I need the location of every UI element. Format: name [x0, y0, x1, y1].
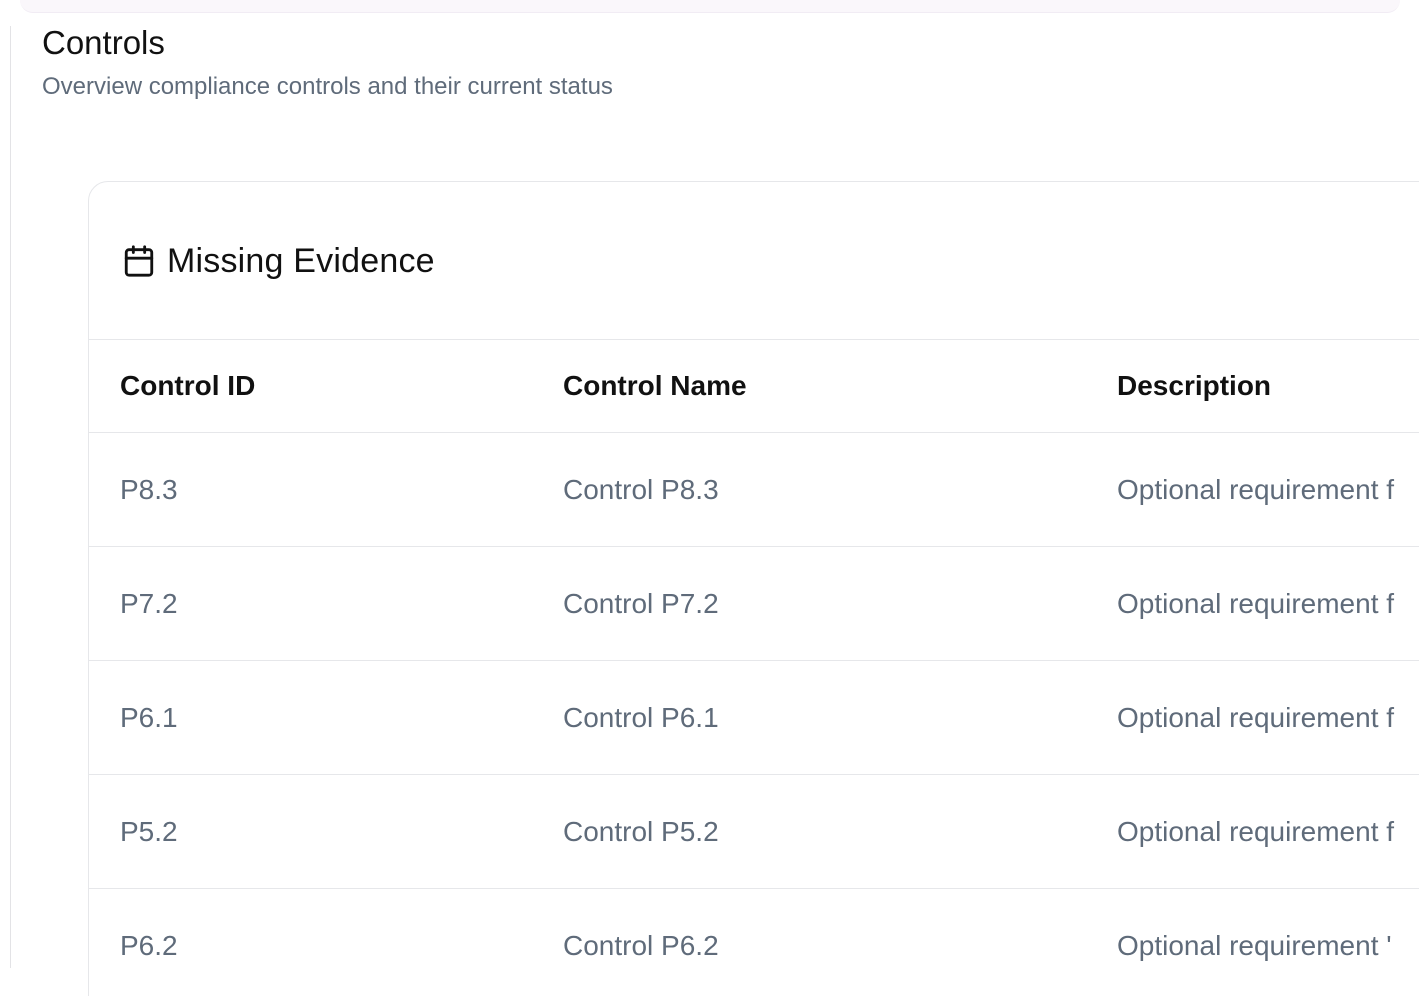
- control-id-cell: P6.1: [120, 701, 178, 733]
- control-id-cell: P5.2: [120, 815, 178, 847]
- column-header-control-id[interactable]: Control ID: [89, 370, 531, 402]
- left-divider: [10, 26, 11, 968]
- control-name-cell: Control P5.2: [563, 815, 719, 847]
- top-strip: [20, 0, 1400, 13]
- page-subtitle: Overview compliance controls and their c…: [42, 73, 613, 100]
- description-cell: Optional requirement f: [1117, 587, 1395, 619]
- table-row[interactable]: P6.1 Control P6.1 Optional requirement f: [89, 661, 1419, 775]
- table-row[interactable]: P8.3 Control P8.3 Optional requirement f: [89, 433, 1419, 547]
- description-cell: Optional requirement f: [1117, 473, 1395, 505]
- table-row[interactable]: P5.2 Control P5.2 Optional requirement f: [89, 775, 1419, 889]
- description-cell: Optional requirement f: [1117, 815, 1395, 847]
- column-header-control-name[interactable]: Control Name: [531, 370, 1086, 402]
- table-header-row: Control ID Control Name Description: [89, 340, 1419, 433]
- control-id-cell: P6.2: [120, 929, 178, 961]
- control-name-cell: Control P6.2: [563, 929, 719, 961]
- control-id-cell: P7.2: [120, 587, 178, 619]
- control-id-cell: P8.3: [120, 473, 178, 505]
- table-row[interactable]: P6.2 Control P6.2 Optional requirement ': [89, 889, 1419, 996]
- page: Controls Overview compliance controls an…: [0, 0, 1419, 996]
- control-name-cell: Control P7.2: [563, 587, 719, 619]
- table-row[interactable]: P7.2 Control P7.2 Optional requirement f: [89, 547, 1419, 661]
- description-cell: Optional requirement f: [1117, 701, 1395, 733]
- control-name-cell: Control P6.1: [563, 701, 719, 733]
- missing-evidence-card: Missing Evidence Control ID Control Name…: [88, 181, 1419, 996]
- description-cell: Optional requirement ': [1117, 929, 1392, 961]
- card-title: Missing Evidence: [167, 241, 435, 280]
- calendar-icon: [121, 243, 157, 279]
- card-header: Missing Evidence: [89, 182, 1419, 340]
- control-name-cell: Control P8.3: [563, 473, 719, 505]
- page-title: Controls: [42, 24, 165, 61]
- column-header-description[interactable]: Description: [1086, 370, 1419, 402]
